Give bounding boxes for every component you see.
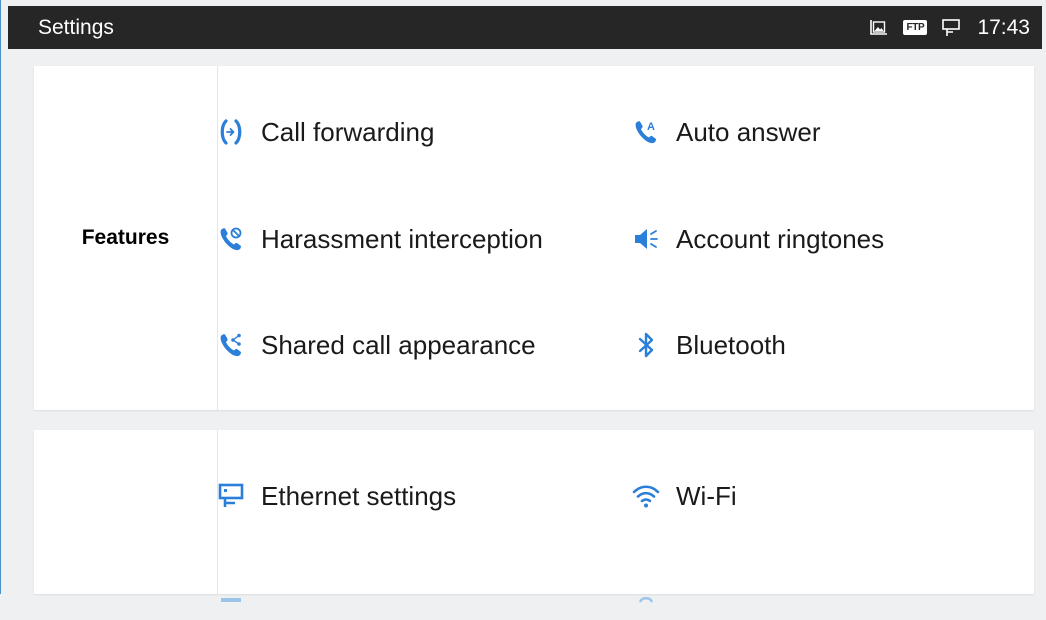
menu-item-call-forwarding[interactable]: Call forwarding xyxy=(216,112,434,152)
harassment-interception-icon xyxy=(216,224,246,254)
ethernet-icon xyxy=(216,481,246,511)
menu-item-ethernet-settings[interactable]: Ethernet settings xyxy=(216,476,456,516)
features-card: Features Call forwarding A Auto answer H… xyxy=(34,66,1034,410)
menu-item-label: Shared call appearance xyxy=(261,329,536,360)
partial-icon xyxy=(631,585,661,615)
menu-item-shared-call-appearance[interactable]: Shared call appearance xyxy=(216,325,536,365)
wifi-icon xyxy=(631,481,661,511)
partial-icon xyxy=(216,585,246,615)
menu-item-bluetooth[interactable]: Bluetooth xyxy=(631,325,786,365)
menu-item-auto-answer[interactable]: A Auto answer xyxy=(631,112,821,152)
status-bar: Settings FTP 17:43 xyxy=(8,6,1042,49)
menu-item-harassment-interception[interactable]: Harassment interception xyxy=(216,219,543,259)
bluetooth-icon xyxy=(631,330,661,360)
menu-item-wifi[interactable]: Wi-Fi xyxy=(631,476,737,516)
svg-text:A: A xyxy=(647,121,655,133)
menu-item-label: Call forwarding xyxy=(261,116,435,147)
auto-answer-icon: A xyxy=(631,117,661,147)
screenshot-icon xyxy=(869,19,889,37)
menu-item-label: Bluetooth xyxy=(676,329,786,360)
speaker-icon xyxy=(631,224,661,254)
menu-item-account-ringtones[interactable]: Account ringtones xyxy=(631,219,884,259)
call-forwarding-icon xyxy=(216,117,246,147)
menu-item-label: Account ringtones xyxy=(676,223,885,254)
menu-item-label: Harassment interception xyxy=(261,223,543,254)
menu-item-partial[interactable] xyxy=(216,580,261,620)
menu-item-label: Ethernet settings xyxy=(261,480,457,511)
menu-item-label: Auto answer xyxy=(676,116,821,147)
shared-call-icon xyxy=(216,330,246,360)
clock: 17:43 xyxy=(977,15,1030,39)
status-icons: FTP 17:43 xyxy=(869,16,1030,40)
ftp-icon: FTP xyxy=(903,20,928,35)
page-title: Settings xyxy=(38,15,114,39)
menu-item-partial[interactable] xyxy=(631,580,676,620)
ethernet-status-icon xyxy=(941,18,961,38)
menu-item-label: Wi-Fi xyxy=(676,480,737,511)
section-label-features: Features xyxy=(81,226,170,249)
network-card: Ethernet settings Wi-Fi xyxy=(34,430,1034,603)
